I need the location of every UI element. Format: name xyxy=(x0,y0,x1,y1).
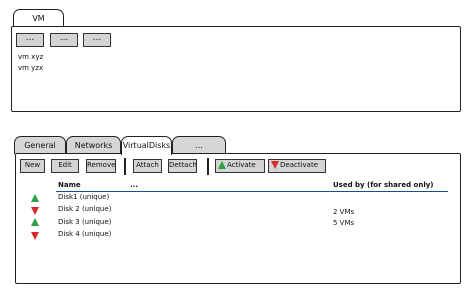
column-header-used-by: Used by (for shared only) xyxy=(333,181,434,189)
tab-general[interactable]: General xyxy=(14,136,66,154)
activate-button-label: Activate xyxy=(227,161,256,169)
toolbar-separator xyxy=(207,158,209,175)
deactivate-button[interactable]: Deactivate xyxy=(268,159,326,173)
table-header-rule xyxy=(56,191,448,192)
active-status-icon xyxy=(31,194,39,202)
disk-name: Disk 2 (unique) xyxy=(58,205,112,213)
vm-panel xyxy=(11,26,461,112)
deactivate-arrow-icon xyxy=(271,161,279,169)
inactive-status-icon xyxy=(31,207,39,215)
new-button[interactable]: New xyxy=(20,159,45,173)
tab-virtualdisks-label: VirtualDisks xyxy=(122,141,171,150)
vm-list-item[interactable]: vm yzx xyxy=(18,64,43,72)
vm-list-item[interactable]: vm xyz xyxy=(18,53,43,61)
disk-used-by: 2 VMs xyxy=(333,208,355,216)
vm-action-button-1[interactable]: ... xyxy=(16,33,44,47)
inactive-status-icon xyxy=(31,232,39,240)
vm-action-button-3[interactable]: ... xyxy=(83,33,111,47)
edit-button[interactable]: Edit xyxy=(51,159,79,173)
tab-networks-label: Networks xyxy=(74,141,113,150)
active-status-icon xyxy=(31,218,39,226)
tab-more[interactable]: ... xyxy=(172,136,226,154)
remove-button[interactable]: Remove xyxy=(86,159,116,173)
disk-name: Disk 4 (unique) xyxy=(58,230,112,238)
vm-action-button-2[interactable]: ... xyxy=(50,33,78,47)
dettach-button[interactable]: Dettach xyxy=(168,159,197,173)
column-header-more: ... xyxy=(130,181,138,189)
tab-networks[interactable]: Networks xyxy=(66,136,121,154)
disk-name: Disk1 (unique) xyxy=(58,193,110,201)
activate-button[interactable]: Activate xyxy=(215,159,265,173)
column-header-name: Name xyxy=(58,181,81,189)
tab-virtualdisks[interactable]: VirtualDisks xyxy=(121,136,172,155)
activate-arrow-icon xyxy=(218,161,226,169)
attach-button[interactable]: Attach xyxy=(133,159,162,173)
disk-used-by: 5 VMs xyxy=(333,219,355,227)
deactivate-button-label: Deactivate xyxy=(280,161,319,169)
tab-more-label: ... xyxy=(195,141,203,150)
tab-vm-label: VM xyxy=(32,14,45,23)
disk-name: Disk 3 (unique) xyxy=(58,218,112,226)
toolbar-separator xyxy=(124,158,126,175)
tab-general-label: General xyxy=(24,141,56,150)
tab-vm[interactable]: VM xyxy=(13,9,64,27)
